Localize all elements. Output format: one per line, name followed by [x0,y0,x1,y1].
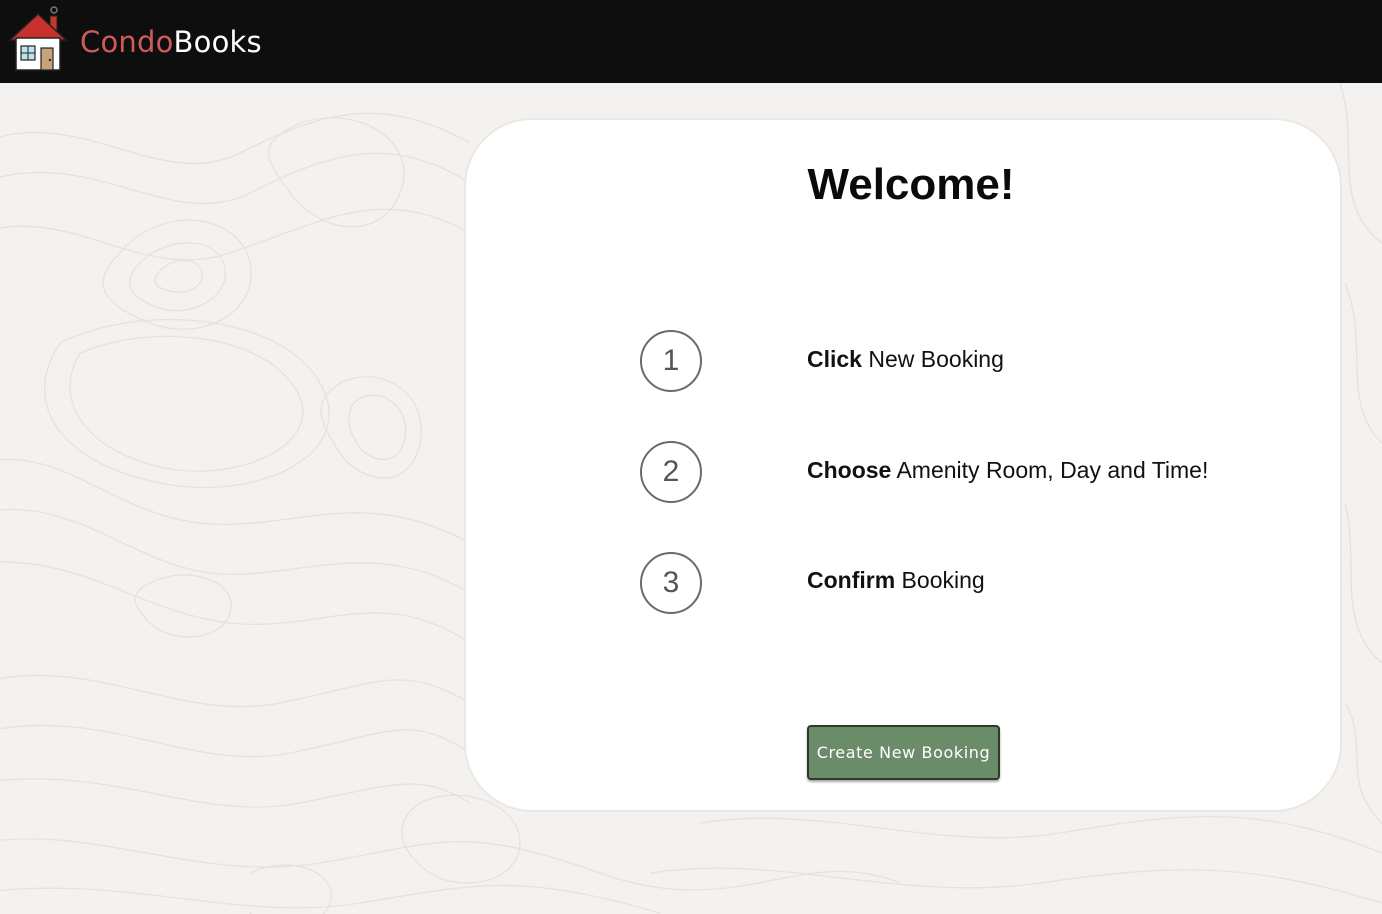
brand-condo-text: Condo [80,25,174,59]
house-icon[interactable] [8,4,68,72]
step-2-badge: 2 [640,441,702,503]
step-1-text: Click New Booking [807,346,1004,373]
top-navbar: CondoBooks [0,0,1382,83]
step-1-badge: 1 [640,330,702,392]
brand-books-text: Books [173,25,262,59]
step-2-rest: Amenity Room, Day and Time! [891,457,1209,483]
step-1-rest: New Booking [861,346,1004,372]
step-3-badge: 3 [640,552,702,614]
step-3-text: Confirm Booking [807,567,985,594]
step-2-bold: Choose [807,457,892,483]
page-title: Welcome! [807,160,1015,209]
step-1-bold: Click [807,346,862,372]
step-3-rest: Booking [895,567,985,593]
brand-logo[interactable]: CondoBooks [80,22,262,62]
create-new-booking-button[interactable]: Create New Booking [807,725,1000,780]
step-3-bold: Confirm [807,567,896,593]
step-2-text: Choose Amenity Room, Day and Time! [807,457,1208,484]
